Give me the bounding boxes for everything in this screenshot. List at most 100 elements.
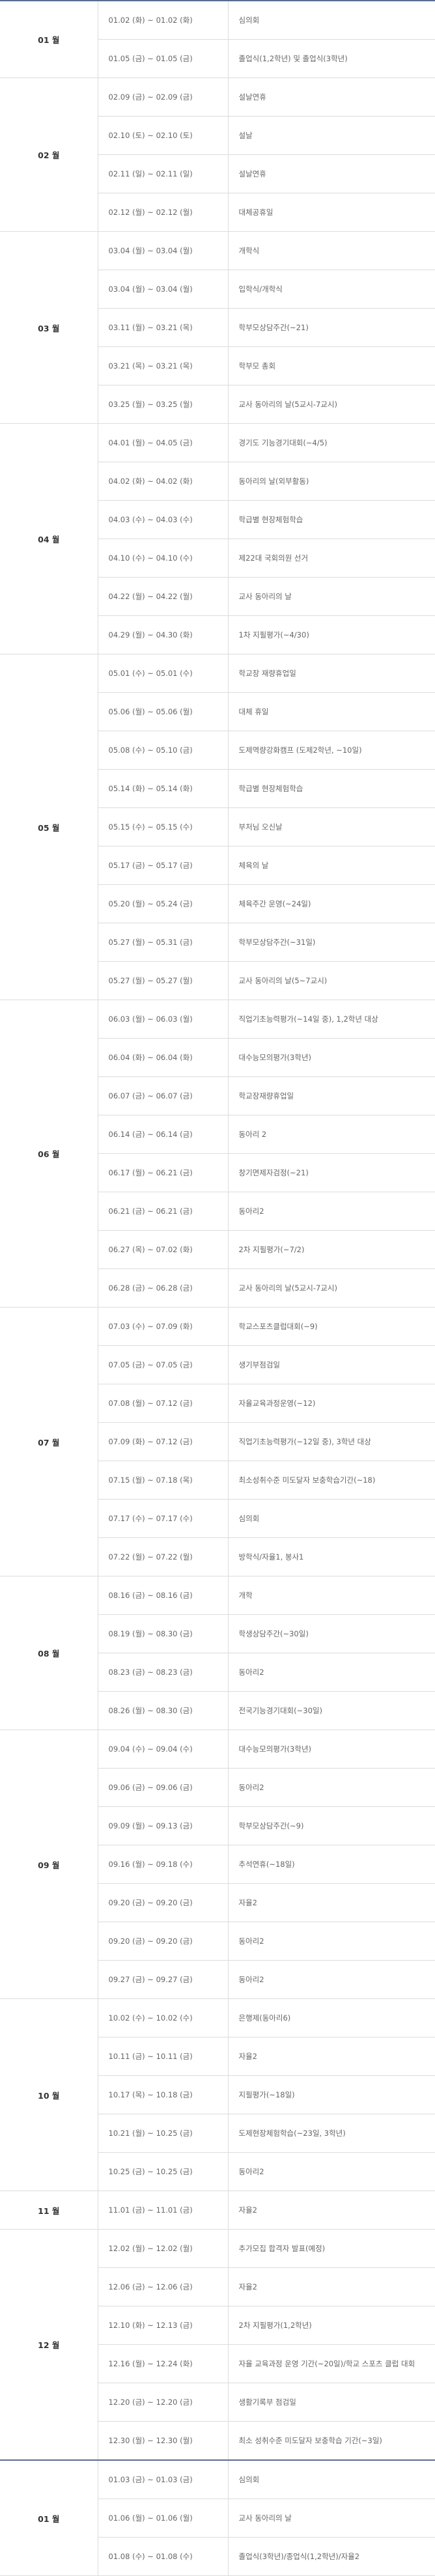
event-date-range: 03.04 (월) ~ 03.04 (월) — [98, 231, 229, 270]
event-title: 자율 교육과정 운영 기간(~20일)/학교 스포츠 클럽 대회 — [228, 2344, 435, 2383]
event-title: 교사 동아리의 날(5교시-7교시) — [228, 1268, 435, 1308]
event-title: 체육의 날 — [228, 846, 435, 885]
event-date-range: 06.28 (금) ~ 06.28 (금) — [98, 1268, 229, 1308]
event-title: 최소성취수준 미도달자 보충학습기간(~18) — [228, 1461, 435, 1500]
event-title: 도제현장체험학습(~23일, 3학년) — [228, 2114, 435, 2153]
event-title: 개학 — [228, 1576, 435, 1615]
event-title: 직업기초능력평가(~14일 중), 1,2학년 대상 — [228, 1000, 435, 1039]
event-title: 자율2 — [228, 2037, 435, 2076]
event-title: 동아리 2 — [228, 1115, 435, 1154]
event-date-range: 06.27 (목) ~ 07.02 (화) — [98, 1230, 229, 1269]
school-calendar: 01 월 01.02 (화) ~ 01.02 (화) 심의회 01.05 (금) ~ … — [0, 0, 435, 2576]
event-title: 설날연휴 — [228, 154, 435, 193]
event-title: 생기부점검일 — [228, 1345, 435, 1384]
schedule-row: 03 월 03.04 (월) ~ 03.04 (월) 개학식 — [0, 231, 435, 424]
event-date-range: 05.27 (월) ~ 05.27 (월) — [98, 961, 229, 1000]
event-title: 방학식/자율1, 봉사1 — [228, 1537, 435, 1576]
event-date-range: 01.05 (금) ~ 01.05 (금) — [98, 39, 229, 78]
event-title: 학부모상담주간(~9) — [228, 1806, 435, 1845]
schedule-table: 01 월 01.02 (화) ~ 01.02 (화) 심의회 01.05 (금) ~ … — [0, 1, 435, 2576]
month-label: 03 월 — [0, 231, 98, 424]
event-date-range: 02.09 (금) ~ 02.09 (금) — [98, 77, 229, 117]
event-title: 학교장재량휴업일 — [228, 1076, 435, 1115]
event-date-range: 09.16 (월) ~ 09.18 (수) — [98, 1845, 229, 1884]
event-title: 제22대 국회의원 선거 — [228, 539, 435, 578]
event-title: 생활기록부 점검일 — [228, 2383, 435, 2422]
schedule-row: 12 월 12.02 (월) ~ 12.02 (월) 추가모집 합격자 발표(예정) — [0, 2229, 435, 2461]
event-date-range: 12.20 (금) ~ 12.20 (금) — [98, 2383, 229, 2422]
event-date-range: 04.01 (월) ~ 04.05 (금) — [98, 423, 229, 462]
event-title: 입학식/개학식 — [228, 270, 435, 309]
event-title: 자율교육과정운영(~12) — [228, 1384, 435, 1423]
event-title: 최소 성취수준 미도달자 보충학습 기간(~3일) — [228, 2421, 435, 2461]
event-date-range: 03.11 (월) ~ 03.21 (목) — [98, 308, 229, 347]
event-date-range: 05.06 (월) ~ 05.06 (월) — [98, 692, 229, 731]
event-date-range: 04.10 (수) ~ 04.10 (수) — [98, 539, 229, 578]
month-label: 04 월 — [0, 423, 98, 654]
event-date-range: 04.02 (화) ~ 04.02 (화) — [98, 462, 229, 501]
event-title: 자율2 — [228, 2267, 435, 2306]
event-date-range: 08.26 (월) ~ 08.30 (금) — [98, 1691, 229, 1730]
event-title: 체육주간 운영(~24일) — [228, 884, 435, 923]
event-title: 교사 동아리의 날 — [228, 577, 435, 616]
event-date-range: 05.14 (화) ~ 05.14 (화) — [98, 769, 229, 808]
event-title: 졸업식(3학년)/종업식(1,2학년)/자율2 — [228, 2537, 435, 2576]
event-date-range: 08.16 (금) ~ 08.16 (금) — [98, 1576, 229, 1615]
month-label: 06 월 — [0, 1000, 98, 1308]
month-label: 08 월 — [0, 1576, 98, 1730]
event-title: 전국기능경기대회(~30일) — [228, 1691, 435, 1730]
event-title: 2차 지필평가(1,2학년) — [228, 2306, 435, 2345]
event-title: 지필평가(~18일) — [228, 2075, 435, 2114]
event-date-range: 08.23 (금) ~ 08.23 (금) — [98, 1653, 229, 1692]
event-title: 학부모상담주간(~31일) — [228, 923, 435, 962]
event-date-range: 10.02 (수) ~ 10.02 (수) — [98, 1998, 229, 2037]
event-date-range: 06.04 (화) ~ 06.04 (화) — [98, 1038, 229, 1077]
event-title: 동아리2 — [228, 1768, 435, 1807]
month-label: 05 월 — [0, 654, 98, 1000]
event-title: 1차 지필평가(~4/30) — [228, 615, 435, 654]
event-title: 부처님 오신날 — [228, 807, 435, 847]
month-label: 01 월 — [0, 1, 98, 78]
event-title: 교사 동아리의 날 — [228, 2499, 435, 2538]
event-title: 추가모집 합격자 발표(예정) — [228, 2229, 435, 2268]
event-title: 대수능모의평가(3학년) — [228, 1729, 435, 1769]
month-label: 09 월 — [0, 1729, 98, 1999]
event-date-range: 05.08 (수) ~ 05.10 (금) — [98, 731, 229, 770]
schedule-row: 02 월 02.09 (금) ~ 02.09 (금) 설날연휴 — [0, 77, 435, 232]
event-title: 자율2 — [228, 1883, 435, 1922]
event-date-range: 12.10 (화) ~ 12.13 (금) — [98, 2306, 229, 2345]
event-title: 학부모 총회 — [228, 346, 435, 385]
event-date-range: 12.06 (금) ~ 12.06 (금) — [98, 2267, 229, 2306]
event-date-range: 10.21 (월) ~ 10.25 (금) — [98, 2114, 229, 2153]
event-title: 설날 — [228, 116, 435, 155]
event-date-range: 03.04 (월) ~ 03.04 (월) — [98, 270, 229, 309]
schedule-row: 04 월 04.01 (월) ~ 04.05 (금) 경기도 기능경기대회(~4/5… — [0, 423, 435, 654]
event-date-range: 09.09 (월) ~ 09.13 (금) — [98, 1806, 229, 1845]
schedule-row: 05 월 05.01 (수) ~ 05.01 (수) 학교장 재량휴업일 — [0, 654, 435, 1000]
event-title: 동아리2 — [228, 1192, 435, 1231]
event-title: 졸업식(1,2학년) 및 졸업식(3학년) — [228, 39, 435, 78]
event-title: 동아리2 — [228, 2152, 435, 2191]
month-label: 12 월 — [0, 2229, 98, 2461]
event-date-range: 06.17 (월) ~ 06.21 (금) — [98, 1153, 229, 1192]
event-date-range: 06.21 (금) ~ 06.21 (금) — [98, 1192, 229, 1231]
event-date-range: 01.02 (화) ~ 01.02 (화) — [98, 1, 229, 40]
event-title: 학급별 현장체험학습 — [228, 500, 435, 539]
schedule-row: 10 월 10.02 (수) ~ 10.02 (수) 은행제(동아리6) — [0, 1998, 435, 2191]
event-date-range: 06.14 (금) ~ 06.14 (금) — [98, 1115, 229, 1154]
event-date-range: 06.07 (금) ~ 06.07 (금) — [98, 1076, 229, 1115]
event-date-range: 12.30 (월) ~ 12.30 (월) — [98, 2421, 229, 2461]
event-title: 직업기초능력평가(~12일 중), 3학년 대상 — [228, 1422, 435, 1461]
month-label: 02 월 — [0, 77, 98, 232]
event-title: 설날연휴 — [228, 77, 435, 117]
schedule-row: 06 월 06.03 (월) ~ 06.03 (월) 직업기초능력평가(~14일 중… — [0, 1000, 435, 1308]
event-date-range: 02.10 (토) ~ 02.10 (토) — [98, 116, 229, 155]
event-date-range: 12.02 (월) ~ 12.02 (월) — [98, 2229, 229, 2268]
event-title: 동아리2 — [228, 1960, 435, 1999]
event-date-range: 09.20 (금) ~ 09.20 (금) — [98, 1883, 229, 1922]
event-date-range: 07.05 (금) ~ 07.05 (금) — [98, 1345, 229, 1384]
event-date-range: 07.08 (월) ~ 07.12 (금) — [98, 1384, 229, 1423]
event-title: 경기도 기능경기대회(~4/5) — [228, 423, 435, 462]
event-date-range: 07.22 (월) ~ 07.22 (월) — [98, 1537, 229, 1576]
month-label: 01 월 — [0, 2459, 98, 2576]
